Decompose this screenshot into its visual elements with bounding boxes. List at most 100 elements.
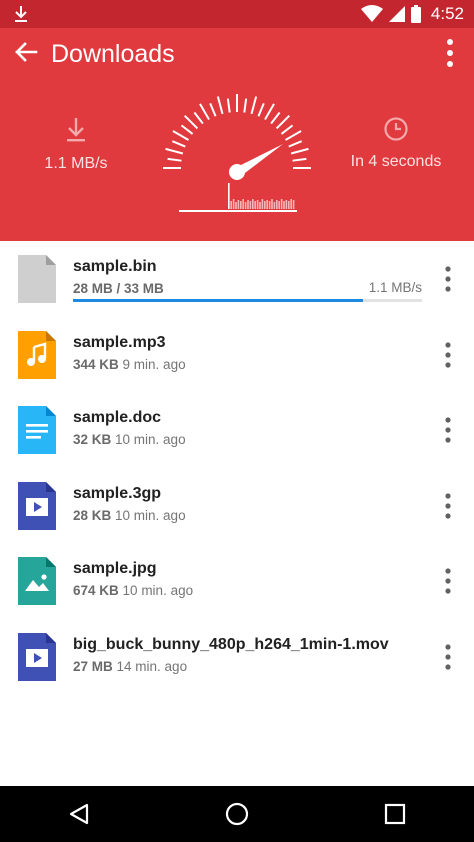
- triangle-back-icon: [69, 803, 89, 825]
- app-header: Downloads 1.1 MB/s In 4 seconds: [0, 28, 474, 241]
- gauge-tick: [171, 140, 186, 148]
- page-title: Downloads: [51, 40, 175, 68]
- progress-fill: [73, 299, 363, 302]
- download-item[interactable]: sample.mp3 344 KB 9 min. ago: [0, 317, 474, 393]
- nav-back-button[interactable]: [59, 794, 99, 834]
- history-bar: [261, 199, 264, 209]
- history-bar: [285, 200, 288, 209]
- history-bar: [254, 201, 256, 209]
- gauge-tick: [172, 130, 190, 141]
- history-bar: [280, 199, 283, 209]
- gauge-hub: [229, 164, 245, 180]
- download-notification-icon: [15, 6, 27, 22]
- gauge-tick: [264, 103, 275, 121]
- history-bar: [249, 201, 252, 209]
- download-list: sample.bin 28 MB / 33 MB 1.1 MB/s sample…: [0, 241, 474, 694]
- back-arrow-icon[interactable]: [12, 38, 40, 66]
- history-bar: [230, 201, 232, 209]
- gauge-tick: [275, 114, 291, 130]
- speedometer-gauge: [163, 94, 311, 212]
- file-meta: 674 KB 10 min. ago: [73, 583, 194, 598]
- item-menu-icon[interactable]: [440, 492, 456, 520]
- file-meta: 32 KB 10 min. ago: [73, 432, 186, 447]
- gauge-tick: [167, 157, 182, 162]
- gauge-tick: [284, 130, 302, 141]
- history-bar: [237, 200, 240, 209]
- document-file-icon: [18, 406, 56, 454]
- history-bar: [290, 199, 292, 209]
- download-speed: 1.1 MB/s: [28, 116, 124, 173]
- gauge-tick: [199, 103, 210, 121]
- history-bar: [288, 201, 290, 209]
- gauge-tick: [288, 140, 303, 148]
- gauge-tick: [209, 102, 217, 117]
- file-name: sample.doc: [73, 409, 162, 426]
- file-name: sample.3gp: [73, 484, 162, 502]
- clock: 4:52: [430, 4, 464, 23]
- status-bar: 4:52: [0, 0, 474, 28]
- history-bar: [244, 202, 247, 209]
- history-bar: [292, 200, 295, 209]
- gauge-tick: [270, 111, 281, 125]
- gauge-tick: [243, 98, 248, 113]
- clock-icon: [384, 117, 408, 141]
- gauge-tick: [180, 124, 194, 135]
- history-bar: [242, 199, 244, 209]
- gauge-tick: [193, 111, 204, 125]
- overflow-menu-icon[interactable]: [442, 38, 458, 68]
- nav-recents-button[interactable]: [375, 794, 415, 834]
- item-menu-icon[interactable]: [440, 265, 456, 293]
- history-bar: [256, 200, 259, 209]
- nav-home-button[interactable]: [217, 794, 257, 834]
- download-item[interactable]: big_buck_bunny_480p_h264_1min-1.mov 27 M…: [0, 619, 474, 695]
- download-rate: 1.1 MB/s: [368, 280, 422, 295]
- download-progress: [73, 299, 422, 302]
- history-bar: [268, 201, 271, 209]
- gauge-tick: [165, 147, 184, 155]
- history-bar: [252, 199, 254, 209]
- video-file-icon: [18, 481, 56, 530]
- history-bar: [276, 200, 278, 209]
- download-item[interactable]: sample.doc 32 KB 10 min. ago: [0, 392, 474, 468]
- gauge-tick: [280, 124, 294, 135]
- gauge-tick: [290, 147, 309, 155]
- file-name: sample.jpg: [73, 560, 157, 577]
- circle-home-icon: [225, 802, 249, 826]
- file-meta: 28 MB / 33 MB: [73, 281, 164, 296]
- file-meta: 344 KB 9 min. ago: [73, 356, 186, 372]
- history-bar: [271, 199, 273, 209]
- gauge-tick: [226, 98, 231, 113]
- history-bar: [266, 200, 268, 209]
- history-bar: [228, 183, 230, 209]
- file-name: big_buck_bunny_480p_h264_1min-1.mov: [73, 635, 389, 653]
- file-name: sample.mp3: [73, 333, 166, 351]
- gauge-tick: [183, 114, 199, 130]
- history-bar: [247, 200, 249, 209]
- history-bar: [235, 202, 237, 209]
- item-menu-icon[interactable]: [440, 416, 456, 444]
- download-item[interactable]: sample.3gp 28 KB 10 min. ago: [0, 468, 474, 544]
- audio-file-icon: [18, 330, 56, 379]
- time-remaining: In 4 seconds: [342, 116, 450, 171]
- item-menu-icon[interactable]: [440, 567, 456, 595]
- history-bar: [283, 201, 285, 209]
- history-bar: [259, 202, 261, 209]
- file-meta: 27 MB 14 min. ago: [73, 658, 188, 674]
- battery-icon: [410, 5, 421, 23]
- item-menu-icon[interactable]: [440, 643, 456, 671]
- eta-value: In 4 seconds: [350, 153, 442, 170]
- gauge-tick: [250, 96, 258, 115]
- square-recents-icon: [384, 803, 406, 825]
- speed-value: 1.1 MB/s: [44, 155, 108, 172]
- history-bar: [273, 202, 276, 209]
- download-item[interactable]: sample.jpg 674 KB 10 min. ago: [0, 543, 474, 619]
- download-arrow-icon: [67, 118, 85, 142]
- generic-file-icon: [18, 255, 56, 303]
- image-file-icon: [18, 557, 56, 605]
- file-meta: 28 KB 10 min. ago: [73, 507, 186, 523]
- file-name: sample.bin: [73, 258, 157, 275]
- cell-signal-icon: [388, 6, 405, 22]
- item-menu-icon[interactable]: [440, 341, 456, 369]
- download-item[interactable]: sample.bin 28 MB / 33 MB 1.1 MB/s: [0, 241, 474, 317]
- system-nav-bar: [0, 786, 474, 842]
